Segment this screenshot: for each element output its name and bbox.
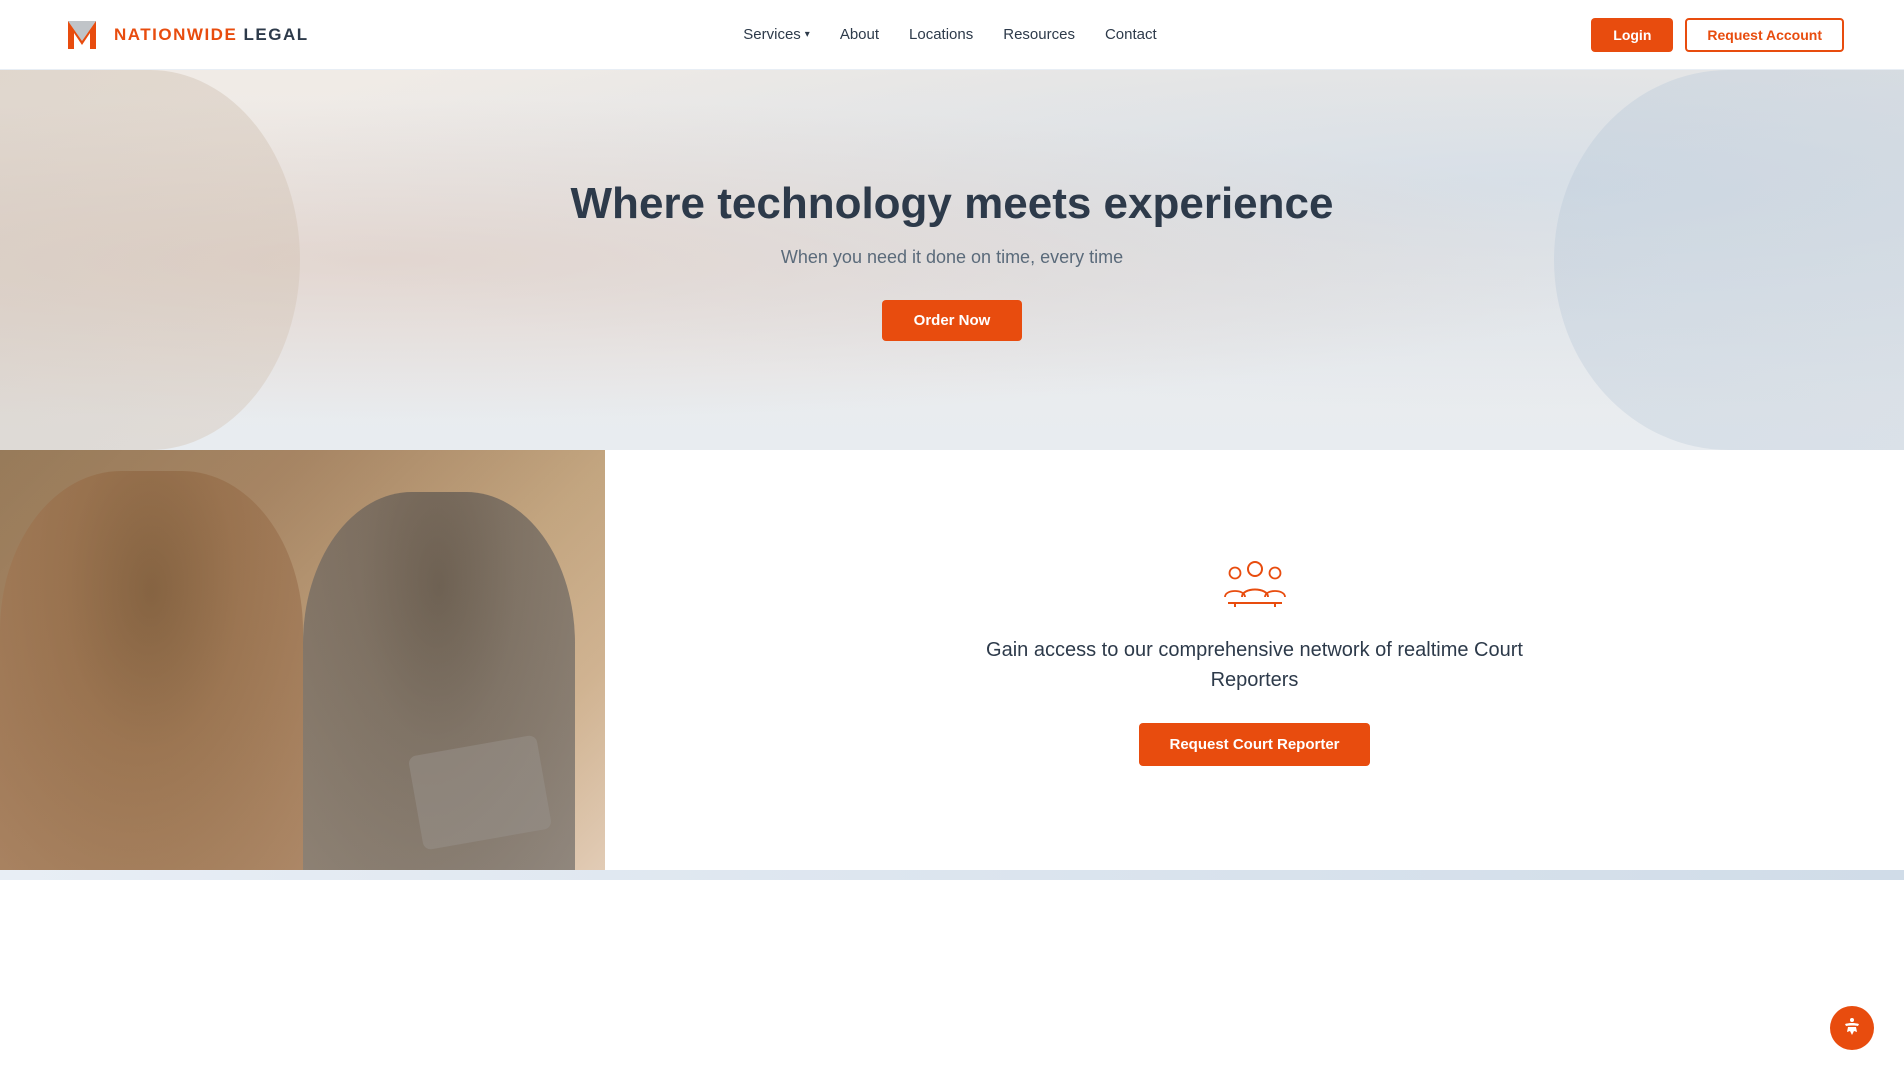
main-nav: Services ▾ About Locations Resources Con… <box>743 26 1156 43</box>
chevron-down-icon: ▾ <box>805 29 810 40</box>
court-reporter-icon <box>945 555 1565 615</box>
hero-person-right-decor <box>1554 70 1904 450</box>
nav-actions: Login Request Account <box>1591 18 1844 52</box>
request-account-button[interactable]: Request Account <box>1685 18 1844 52</box>
nav-resources[interactable]: Resources <box>1003 26 1075 43</box>
hero-title: Where technology meets experience <box>571 179 1334 229</box>
court-reporter-section: Gain access to our comprehensive network… <box>945 555 1565 766</box>
logo[interactable]: NATIONWIDE LEGAL <box>60 13 309 57</box>
hero-section: Where technology meets experience When y… <box>0 70 1904 450</box>
hero-person-left-decor <box>0 70 300 450</box>
main-content: Gain access to our comprehensive network… <box>0 450 1904 870</box>
nav-locations[interactable]: Locations <box>909 26 973 43</box>
left-image-panel <box>0 450 605 870</box>
logo-text: NATIONWIDE LEGAL <box>114 25 309 45</box>
login-button[interactable]: Login <box>1591 18 1673 52</box>
header: NATIONWIDE LEGAL Services ▾ About Locati… <box>0 0 1904 70</box>
bottom-decorative-strip <box>0 870 1904 880</box>
court-reporter-text: Gain access to our comprehensive network… <box>945 635 1565 695</box>
nav-about[interactable]: About <box>840 26 879 43</box>
hero-subtitle: When you need it done on time, every tim… <box>571 247 1334 268</box>
right-content-panel: Gain access to our comprehensive network… <box>605 450 1904 870</box>
image-overlay <box>0 450 605 870</box>
order-now-button[interactable]: Order Now <box>882 300 1023 341</box>
hero-content: Where technology meets experience When y… <box>571 179 1334 341</box>
nav-services[interactable]: Services ▾ <box>743 26 810 43</box>
accessibility-button[interactable] <box>1830 1006 1874 1050</box>
accessibility-icon <box>1840 1016 1864 1040</box>
request-court-reporter-button[interactable]: Request Court Reporter <box>1139 723 1369 766</box>
logo-icon <box>60 13 104 57</box>
nav-contact[interactable]: Contact <box>1105 26 1157 43</box>
